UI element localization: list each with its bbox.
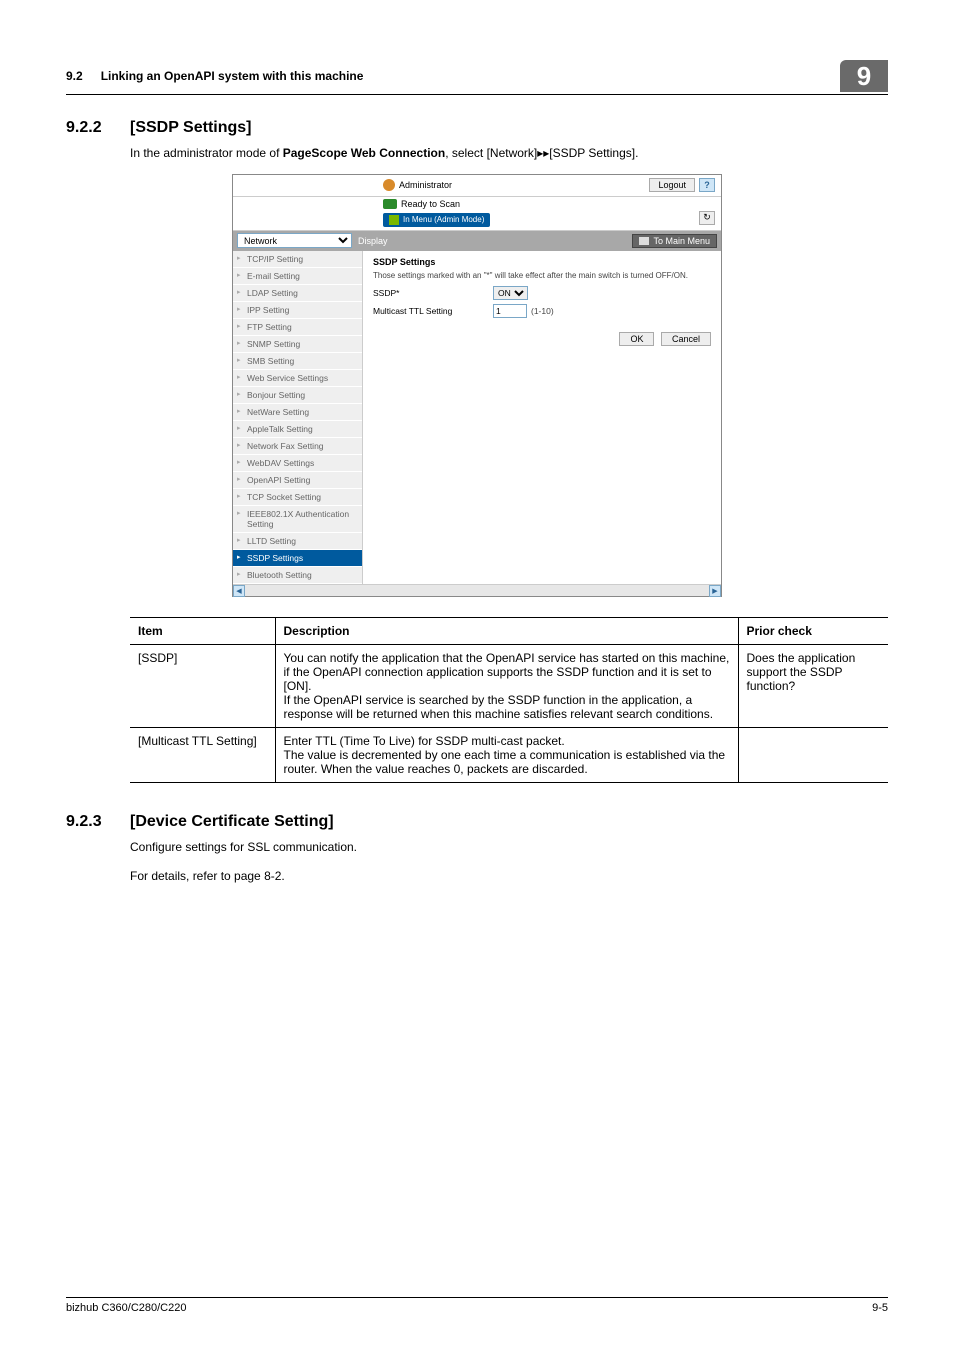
main-menu-icon (639, 237, 649, 245)
screenshot: Administrator Logout ? Ready to Scan In … (232, 174, 722, 597)
ssdp-select[interactable]: ON (493, 286, 528, 300)
cell-prior-check: Does the application support the SSDP fu… (738, 644, 888, 727)
sidebar-item[interactable]: SNMP Setting (233, 336, 362, 353)
col-description: Description (275, 617, 738, 644)
ttl-input[interactable] (493, 304, 527, 318)
section-number: 9.2.3 (66, 813, 130, 831)
admin-icon (383, 179, 395, 191)
section-title: [Device Certificate Setting] (130, 813, 334, 831)
panel-buttons: OK Cancel (373, 332, 711, 346)
header-section: 9.2 (66, 69, 83, 83)
table-row: [Multicast TTL Setting] Enter TTL (Time … (130, 727, 888, 782)
sidebar-item[interactable]: TCP/IP Setting (233, 251, 362, 268)
reload-icon[interactable]: ↻ (699, 211, 715, 225)
panel-title: SSDP Settings (373, 257, 711, 267)
sidebar-item[interactable]: NetWare Setting (233, 404, 362, 421)
admin-label: Administrator (383, 179, 452, 191)
header-badge: 9 (840, 60, 888, 92)
body-text: Configure settings for SSL communication… (130, 839, 888, 856)
col-prior-check: Prior check (738, 617, 888, 644)
body-text: For details, refer to page 8-2. (130, 868, 888, 885)
sidebar-item[interactable]: OpenAPI Setting (233, 472, 362, 489)
admin-text: Administrator (399, 180, 452, 190)
field-row-ttl: Multicast TTL Setting (1-10) (373, 304, 711, 318)
intro-c: , select [Network]▸▸[SSDP Settings]. (445, 146, 638, 160)
header-rule (66, 94, 888, 95)
scanner-icon (383, 199, 397, 209)
sidebar-item[interactable]: LDAP Setting (233, 285, 362, 302)
scroll-left-icon[interactable]: ◀ (233, 585, 245, 597)
shot-toolbar: Network Display To Main Menu (233, 231, 721, 251)
table-row: [SSDP] You can notify the application th… (130, 644, 888, 727)
scrollbar[interactable]: ◀ ▶ (233, 584, 721, 596)
main-menu-text: To Main Menu (653, 236, 710, 246)
section-intro: In the administrator mode of PageScope W… (130, 145, 888, 162)
panel-note: Those settings marked with an "*" will t… (373, 271, 711, 280)
mode-text: In Menu (Admin Mode) (403, 215, 484, 224)
sidebar: TCP/IP SettingE-mail SettingLDAP Setting… (233, 251, 363, 584)
sidebar-item[interactable]: AppleTalk Setting (233, 421, 362, 438)
sidebar-item[interactable]: SMB Setting (233, 353, 362, 370)
sidebar-item[interactable]: WebDAV Settings (233, 455, 362, 472)
header-title: Linking an OpenAPI system with this mach… (101, 69, 840, 83)
intro-a: In the administrator mode of (130, 146, 283, 160)
shot-status: Ready to Scan In Menu (Admin Mode) ↻ (233, 197, 721, 231)
intro-b: PageScope Web Connection (283, 146, 445, 160)
col-item: Item (130, 617, 275, 644)
main-panel: SSDP Settings Those settings marked with… (363, 251, 721, 584)
cell-item: [Multicast TTL Setting] (130, 727, 275, 782)
footer-right: 9-5 (872, 1302, 888, 1314)
mode-icon (389, 215, 399, 225)
scroll-right-icon[interactable]: ▶ (709, 585, 721, 597)
section-title: [SSDP Settings] (130, 119, 252, 137)
cell-description: You can notify the application that the … (275, 644, 738, 727)
table-header-row: Item Description Prior check (130, 617, 888, 644)
section-number: 9.2.2 (66, 119, 130, 137)
shot-topbar: Administrator Logout ? (233, 175, 721, 197)
sidebar-item[interactable]: LLTD Setting (233, 533, 362, 550)
page-footer: bizhub C360/C280/C220 9-5 (66, 1297, 888, 1314)
sidebar-item[interactable]: E-mail Setting (233, 268, 362, 285)
sidebar-item[interactable]: FTP Setting (233, 319, 362, 336)
main-menu-button[interactable]: To Main Menu (632, 234, 717, 248)
logout-button[interactable]: Logout (649, 178, 695, 192)
sidebar-item[interactable]: TCP Socket Setting (233, 489, 362, 506)
sidebar-item[interactable]: IPP Setting (233, 302, 362, 319)
ready-text: Ready to Scan (401, 199, 460, 209)
cell-item: [SSDP] (130, 644, 275, 727)
category-select[interactable]: Network (237, 233, 352, 248)
ok-button[interactable]: OK (619, 332, 654, 346)
ttl-range: (1-10) (531, 306, 554, 316)
settings-table: Item Description Prior check [SSDP] You … (130, 617, 888, 783)
mode-bar: In Menu (Admin Mode) (383, 213, 490, 227)
footer-left: bizhub C360/C280/C220 (66, 1302, 186, 1314)
sidebar-item[interactable]: SSDP Settings (233, 550, 362, 567)
sidebar-item[interactable]: IEEE802.1X Authentication Setting (233, 506, 362, 533)
cell-prior-check (738, 727, 888, 782)
help-icon[interactable]: ? (699, 178, 715, 192)
cancel-button[interactable]: Cancel (661, 332, 711, 346)
sidebar-item[interactable]: Web Service Settings (233, 370, 362, 387)
ssdp-label: SSDP* (373, 288, 493, 298)
cell-description: Enter TTL (Time To Live) for SSDP multi-… (275, 727, 738, 782)
sidebar-item[interactable]: Bonjour Setting (233, 387, 362, 404)
field-row-ssdp: SSDP* ON (373, 286, 711, 300)
ttl-label: Multicast TTL Setting (373, 306, 493, 316)
ready-label: Ready to Scan (383, 199, 460, 209)
display-button[interactable]: Display (358, 236, 388, 246)
sidebar-item[interactable]: Bluetooth Setting (233, 567, 362, 584)
sidebar-item[interactable]: Network Fax Setting (233, 438, 362, 455)
